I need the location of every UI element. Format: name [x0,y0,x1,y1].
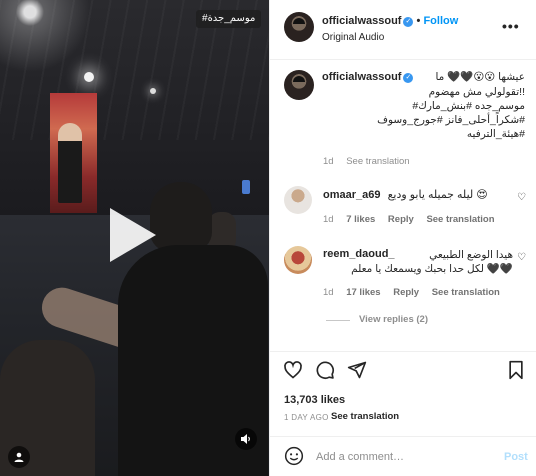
mute-button[interactable] [235,428,257,450]
comment-age: 1d [323,214,334,225]
caption-meta: 1d See translation [323,156,420,167]
stage-screen [50,93,97,213]
audience-phone [242,180,250,194]
caption-line: موسم_جده #بنش_مارك# [412,100,525,112]
post-age[interactable]: 1 DAY AGO [284,413,329,422]
comment-user-line: omaar_a69 ليله جميله يابو وديع 😍 [323,188,488,201]
avatar[interactable] [284,186,312,214]
bookmark-icon[interactable] [507,360,525,380]
verified-badge-icon: ✓ [403,73,414,83]
caption-line: عيشها 😮😮🖤🖤 ما [435,71,525,83]
comment-input[interactable]: Add a comment… [316,451,404,463]
caption-line: #هيئة_الترفيه [466,128,525,140]
speaker-icon [241,434,250,444]
post-comment-button[interactable]: Post [504,451,528,463]
video-hashtag-overlay: #موسم_جدة [196,10,262,28]
view-replies-button[interactable]: View replies (2) [359,314,428,325]
heart-icon[interactable] [283,360,303,380]
post-actions: 13,703 likes 1 DAY AGO See translation [270,351,536,431]
separator-dot: • [416,15,421,27]
comment-likes[interactable]: 17 likes [346,287,380,298]
avatar[interactable] [284,70,314,100]
comment-text: ليله جميله يابو وديع 😍 [387,189,488,201]
caption-user-line: officialwassouf ✓ [322,71,414,83]
foreground-head [150,182,212,252]
comment-text: 🖤🖤 لكل حدا بحبك ويسمعك يا معلم [351,263,513,275]
audio-link[interactable]: Original Audio [322,32,384,43]
see-translation-link[interactable]: See translation [346,156,409,167]
verified-badge-icon: ✓ [403,17,414,27]
likes-count[interactable]: 13,703 likes [284,394,345,406]
share-icon[interactable] [347,360,367,380]
username-link[interactable]: officialwassouf [322,71,401,83]
caption-line: !!تقولولي مش مهضوم [428,86,525,98]
username-link[interactable]: officialwassouf [322,15,401,27]
avatar[interactable] [284,12,314,42]
comment-meta: 1d 7 likes Reply See translation [323,214,505,225]
like-comment-heart-icon[interactable]: ♡ [517,252,526,263]
performer [58,123,82,203]
comment-age: 1d [323,287,334,298]
see-translation-link[interactable]: See translation [426,214,494,225]
play-icon[interactable] [110,208,156,262]
add-comment-bar: Add a comment… Post [270,436,536,476]
comment-user-line: reem_daoud_ [323,248,395,260]
header-user-line: officialwassouf ✓ • Follow [322,15,458,27]
caption-age: 1d [323,156,334,167]
stage-light [150,88,156,94]
like-comment-heart-icon[interactable]: ♡ [517,192,526,203]
user-tag-icon [14,452,24,462]
smiley-icon[interactable] [284,446,304,466]
reply-button[interactable]: Reply [388,214,414,225]
comment-icon[interactable] [315,360,335,380]
comment-likes[interactable]: 7 likes [346,214,375,225]
stage-light [84,72,94,82]
user-tags-button[interactable] [8,446,30,468]
replies-divider [326,320,350,321]
username-link[interactable]: reem_daoud_ [323,248,395,260]
see-translation-link[interactable]: See translation [331,411,399,422]
comments-section: officialwassouf ✓ عيشها 😮😮🖤🖤 ما !!تقولولي… [270,61,536,351]
post-details-panel: officialwassouf ✓ • Follow Original Audio… [269,0,536,476]
comment-meta: 1d 17 likes Reply See translation [323,287,510,298]
follow-button[interactable]: Follow [423,15,458,27]
see-translation-link[interactable]: See translation [432,287,500,298]
avatar[interactable] [284,246,312,274]
post-video[interactable]: #موسم_جدة [0,0,269,476]
more-options-icon[interactable]: ••• [502,18,520,34]
username-link[interactable]: omaar_a69 [323,189,381,201]
caption-line: #شكراً_أحلى_فانز #جورج_وسوف [377,114,525,126]
comment-text: هيدا الوضع الطبيعي [429,249,513,261]
post-header: officialwassouf ✓ • Follow Original Audio… [270,0,536,60]
reply-button[interactable]: Reply [393,287,419,298]
